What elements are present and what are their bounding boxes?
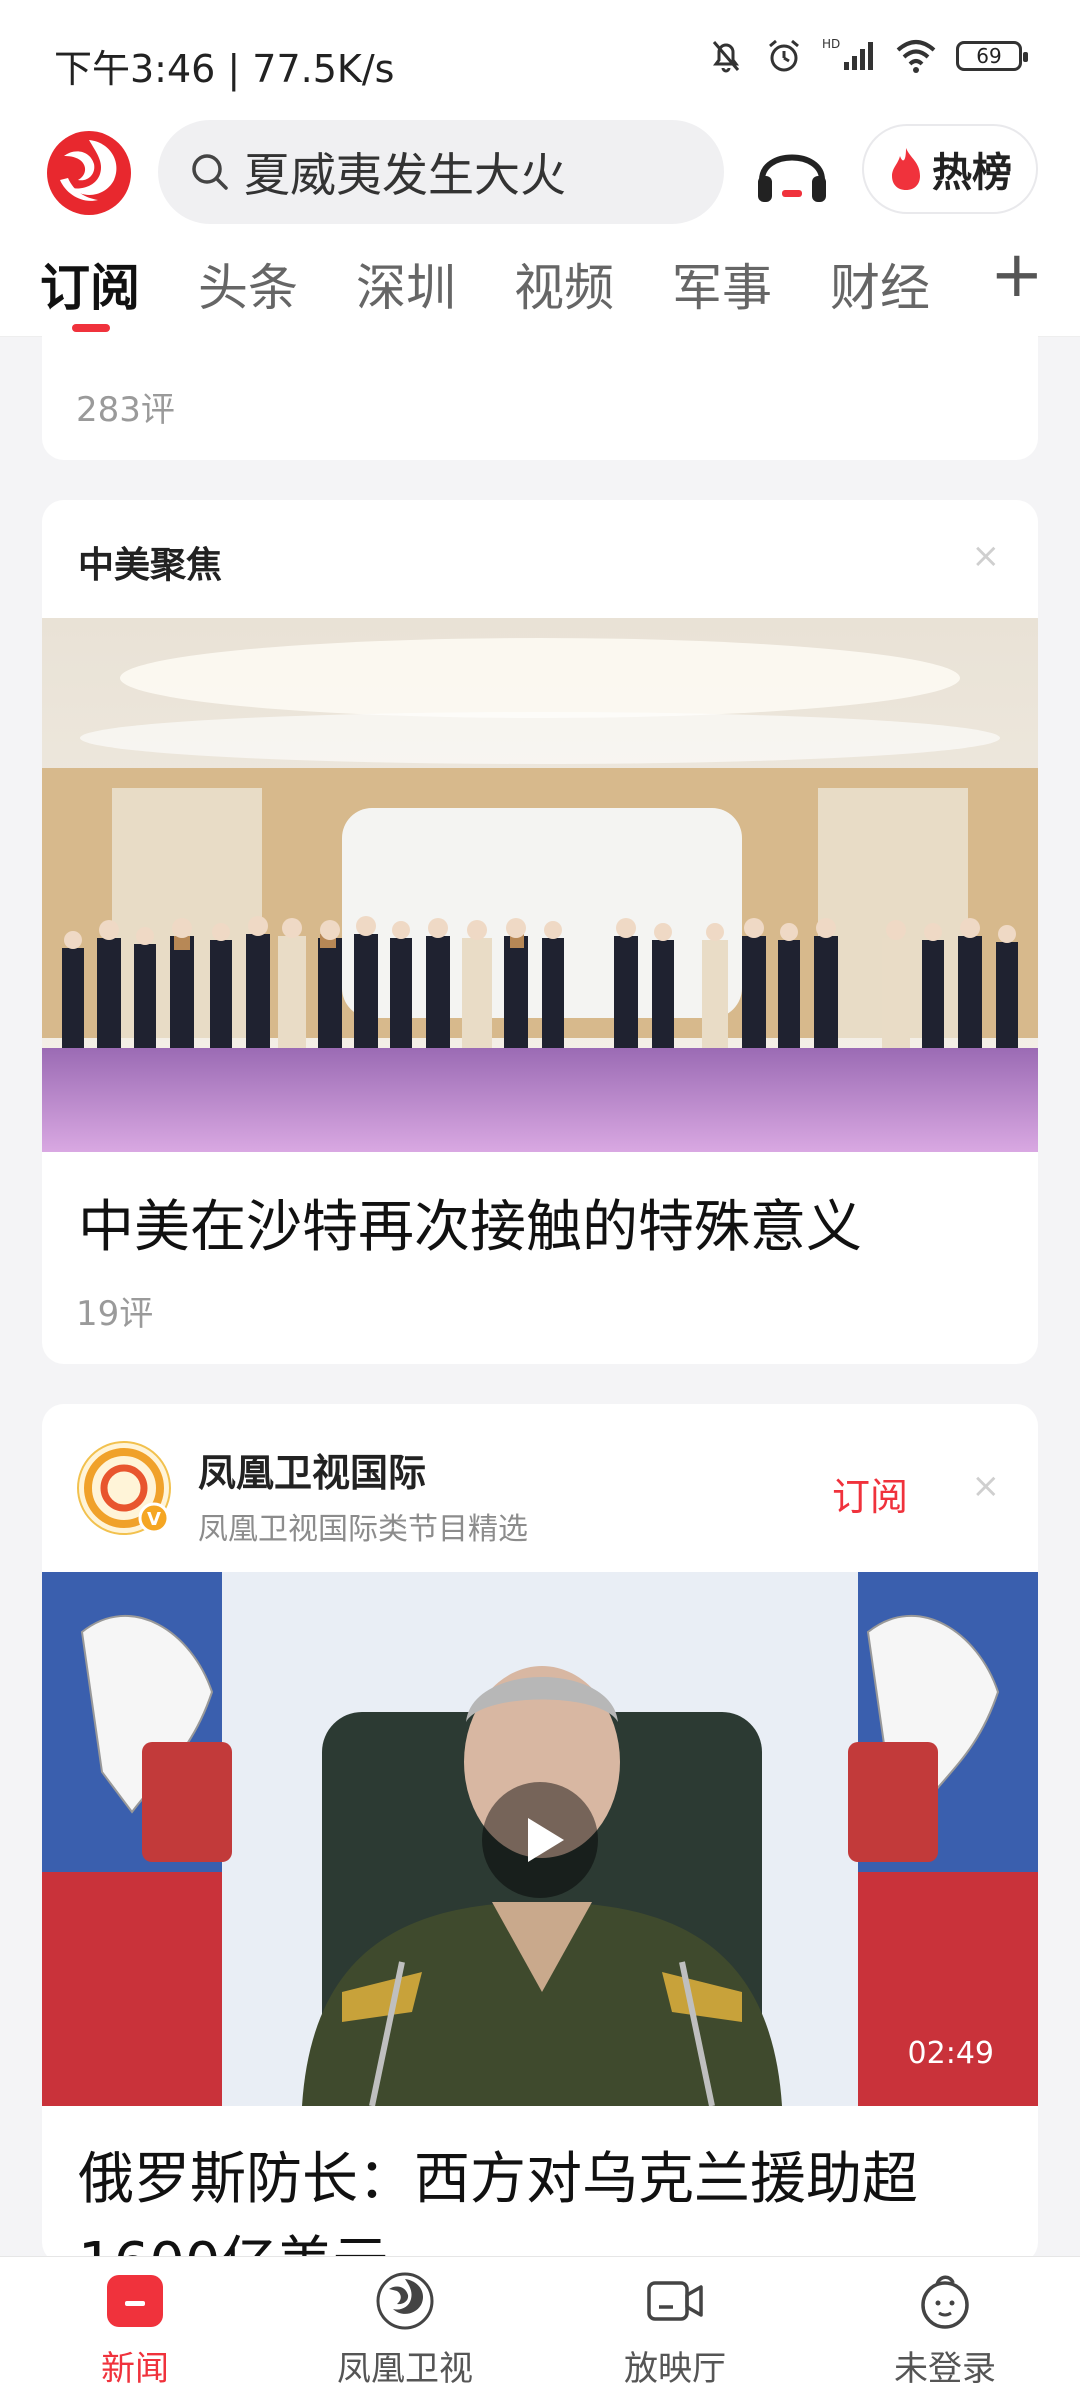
avatar-icon <box>921 2275 969 2329</box>
signal-hd-icon: HD <box>822 37 873 70</box>
news-card-video[interactable]: V 凤凰卫视国际 凤凰卫视国际类节目精选 订阅 × 02:49 俄罗斯防长：西方… <box>42 1404 1038 2264</box>
nav-news[interactable]: 新闻 <box>0 2257 270 2401</box>
nav-phoenix-tv-label: 凤凰卫视 <box>337 2349 473 2389</box>
mute-bell-icon <box>712 41 740 73</box>
tab-shenzhen[interactable]: 深圳 <box>356 248 456 320</box>
channel-tabs: 订阅 头条 深圳 视频 军事 财经 + <box>0 230 1080 337</box>
close-icon[interactable]: × <box>972 536 1001 576</box>
svg-text:HD: HD <box>822 37 840 51</box>
channel-name[interactable]: 凤凰卫视国际 <box>198 1442 426 1497</box>
flame-icon <box>892 148 920 190</box>
wifi-icon <box>896 40 936 73</box>
bottom-navigation: 新闻 凤凰卫视 放映厅 未登录 <box>0 2256 1080 2401</box>
alarm-icon <box>769 39 799 72</box>
nav-cinema-label: 放映厅 <box>624 2349 726 2389</box>
tab-subscribe[interactable]: 订阅 <box>40 248 140 320</box>
video-camera-icon <box>647 2281 703 2321</box>
channel-avatar-icon[interactable]: V <box>76 1440 172 1536</box>
search-icon <box>192 154 228 190</box>
add-channel-button[interactable]: + <box>990 238 1044 312</box>
nav-cinema[interactable]: 放映厅 <box>540 2257 810 2401</box>
subscribe-button[interactable]: 订阅 <box>832 1466 908 1521</box>
hot-list-button[interactable]: 热榜 <box>862 124 1038 214</box>
nav-news-label: 新闻 <box>101 2349 169 2389</box>
hot-list-label: 热榜 <box>932 150 1012 196</box>
status-bar: 下午3:46 | 77.5K/s HD 69 <box>0 0 1080 120</box>
news-card-partial[interactable]: 283评 <box>42 336 1038 460</box>
svg-text:V: V <box>147 1509 161 1530</box>
top-bar: 夏威夷发生大火 热榜 <box>0 120 1080 230</box>
battery-level: 69 <box>976 44 1002 68</box>
tab-military[interactable]: 军事 <box>672 248 772 320</box>
headline[interactable]: 中美在沙特再次接触的特殊意义 <box>78 1182 862 1263</box>
status-time: 下午3:46 | 77.5K/s <box>54 47 395 91</box>
tab-finance[interactable]: 财经 <box>830 248 930 320</box>
phoenix-tv-icon <box>376 2272 434 2330</box>
news-photo[interactable] <box>42 618 1038 1152</box>
channel-description: 凤凰卫视国际类节目精选 <box>198 1512 528 1547</box>
phoenix-logo-icon[interactable] <box>44 128 134 218</box>
play-icon[interactable] <box>480 1780 600 1900</box>
nav-profile-label: 未登录 <box>894 2349 996 2389</box>
headphones-icon[interactable] <box>752 136 832 208</box>
section-title: 中美聚焦 <box>78 545 223 586</box>
battery-icon: 69 <box>956 41 1028 71</box>
close-icon[interactable]: × <box>972 1466 1001 1506</box>
news-card-focus[interactable]: 中美聚焦 × 中美在沙特再次接触的特殊意义 19评 <box>42 500 1038 1364</box>
video-thumbnail[interactable]: 02:49 <box>42 1572 1038 2106</box>
nav-profile[interactable]: 未登录 <box>810 2257 1080 2401</box>
nav-phoenix-tv[interactable]: 凤凰卫视 <box>270 2257 540 2401</box>
video-duration: 02:49 <box>907 2036 994 2071</box>
tab-headlines[interactable]: 头条 <box>198 248 298 320</box>
status-icons: HD 69 <box>706 36 1028 76</box>
comment-count: 19评 <box>76 1294 154 1334</box>
headline[interactable]: 俄罗斯防长：西方对乌克兰援助超 <box>78 2134 918 2215</box>
active-tab-indicator <box>72 324 110 332</box>
tab-video[interactable]: 视频 <box>514 248 614 320</box>
news-icon <box>107 2275 163 2327</box>
comment-count: 283评 <box>76 390 175 430</box>
search-query: 夏威夷发生大火 <box>244 148 566 202</box>
search-bar[interactable]: 夏威夷发生大火 <box>158 120 724 224</box>
